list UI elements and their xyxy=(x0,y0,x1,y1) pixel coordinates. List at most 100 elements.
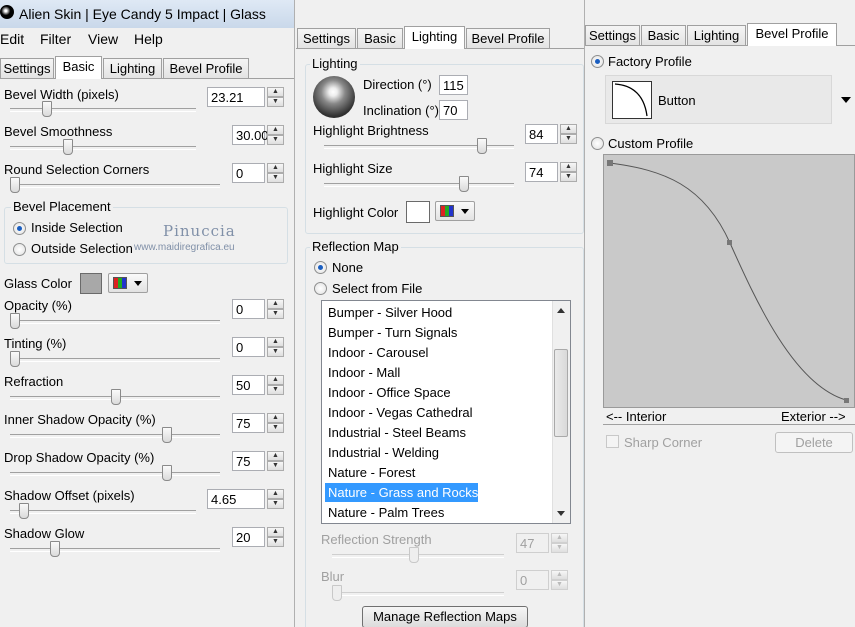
highlight-brightness-input[interactable]: 84 xyxy=(525,124,558,144)
scroll-thumb[interactable] xyxy=(554,349,568,437)
bevel-smoothness-input[interactable]: 30.00 xyxy=(232,125,269,145)
highlight-size-spinner[interactable]: ▲ ▼ xyxy=(560,162,577,182)
inclination-input[interactable]: 70 xyxy=(439,100,468,120)
delete-button[interactable]: Delete xyxy=(775,432,853,453)
inner-shadow-input[interactable]: 75 xyxy=(232,413,265,433)
inside-selection-radio[interactable] xyxy=(13,222,26,235)
bevel-width-input[interactable]: 23.21 xyxy=(207,87,265,107)
custom-profile-label[interactable]: Custom Profile xyxy=(608,136,693,151)
tab-basic[interactable]: Basic xyxy=(641,25,686,45)
tab-lighting[interactable]: Lighting xyxy=(404,26,465,49)
inner-shadow-slider[interactable] xyxy=(161,427,172,443)
scroll-up-icon[interactable] xyxy=(557,308,565,313)
glass-color-picker-button[interactable] xyxy=(108,273,148,293)
tinting-input[interactable]: 0 xyxy=(232,337,265,357)
highlight-brightness-slider[interactable] xyxy=(476,138,487,154)
opacity-input[interactable]: 0 xyxy=(232,299,265,319)
shadow-glow-input[interactable]: 20 xyxy=(232,527,265,547)
reflection-file-radio[interactable] xyxy=(314,282,327,295)
tab-settings[interactable]: Settings xyxy=(0,58,54,78)
opacity-slider[interactable] xyxy=(10,313,20,329)
reflection-map-list[interactable]: Bumper - Silver Hood Bumper - Turn Signal… xyxy=(321,300,571,524)
factory-profile-dropdown[interactable]: Button xyxy=(605,75,832,124)
bevel-smoothness-spinner[interactable]: ▲ ▼ xyxy=(267,125,284,145)
drop-shadow-slider[interactable] xyxy=(161,465,172,481)
round-corners-input[interactable]: 0 xyxy=(232,163,265,183)
scroll-down-icon[interactable] xyxy=(557,511,565,516)
menu-help[interactable]: Help xyxy=(134,31,163,47)
reflection-strength-slider[interactable] xyxy=(409,547,420,563)
blur-slider[interactable] xyxy=(332,585,342,601)
inside-selection-label[interactable]: Inside Selection xyxy=(31,220,123,235)
tab-bevel-profile[interactable]: Bevel Profile xyxy=(466,28,550,48)
reflection-strength-input[interactable]: 47 xyxy=(516,533,549,553)
round-corners-spinner[interactable]: ▲ ▼ xyxy=(267,163,284,183)
list-item[interactable]: Nature - Palm Trees xyxy=(325,503,444,522)
list-item[interactable]: Bumper - Silver Hood xyxy=(325,303,452,322)
highlight-size-slider[interactable] xyxy=(458,176,469,192)
refraction-slider[interactable] xyxy=(111,389,121,405)
profile-curve-editor[interactable] xyxy=(603,154,855,408)
menu-view[interactable]: View xyxy=(88,31,118,47)
list-item[interactable]: Industrial - Welding xyxy=(325,443,439,462)
tab-basic[interactable]: Basic xyxy=(55,56,102,79)
highlight-brightness-spinner[interactable]: ▲ ▼ xyxy=(560,124,577,144)
inner-shadow-spinner[interactable]: ▲ ▼ xyxy=(267,413,284,433)
list-item[interactable]: Nature - Forest xyxy=(325,463,415,482)
bevel-width-slider[interactable] xyxy=(42,101,53,117)
drop-shadow-spinner[interactable]: ▲ ▼ xyxy=(267,451,284,471)
light-direction-sphere[interactable] xyxy=(313,76,355,118)
bevel-width-spinner[interactable]: ▲ ▼ xyxy=(267,87,284,107)
outside-selection-label[interactable]: Outside Selection xyxy=(31,241,133,256)
shadow-offset-slider[interactable] xyxy=(18,503,29,519)
drop-shadow-input[interactable]: 75 xyxy=(232,451,265,471)
bevel-smoothness-slider[interactable] xyxy=(63,139,74,155)
refraction-input[interactable]: 50 xyxy=(232,375,265,395)
factory-profile-label[interactable]: Factory Profile xyxy=(608,54,692,69)
shadow-offset-spinner[interactable]: ▲ ▼ xyxy=(267,489,284,509)
list-item[interactable]: Indoor - Office Space xyxy=(325,383,451,402)
shadow-glow-spinner[interactable]: ▲ ▼ xyxy=(267,527,284,547)
menu-edit[interactable]: Edit xyxy=(0,31,24,47)
opacity-spinner[interactable]: ▲ ▼ xyxy=(267,299,284,319)
glass-color-swatch[interactable] xyxy=(80,273,102,294)
tinting-spinner[interactable]: ▲ ▼ xyxy=(267,337,284,357)
reflection-strength-spinner[interactable]: ▲ ▼ xyxy=(551,533,568,553)
sharp-corner-checkbox[interactable] xyxy=(606,435,619,448)
list-item[interactable]: Bumper - Turn Signals xyxy=(325,323,457,342)
tab-settings[interactable]: Settings xyxy=(297,28,356,48)
factory-profile-radio[interactable] xyxy=(591,55,604,68)
blur-spinner[interactable]: ▲ ▼ xyxy=(551,570,568,590)
outside-selection-radio[interactable] xyxy=(13,243,26,256)
reflection-none-radio[interactable] xyxy=(314,261,327,274)
blur-input[interactable]: 0 xyxy=(516,570,549,590)
tab-bevel-profile[interactable]: Bevel Profile xyxy=(163,58,249,78)
tab-lighting[interactable]: Lighting xyxy=(103,58,162,78)
curve-control-point[interactable] xyxy=(727,240,732,245)
direction-input[interactable]: 115 xyxy=(439,75,468,95)
menu-filter[interactable]: Filter xyxy=(40,31,71,47)
tinting-slider[interactable] xyxy=(10,351,20,367)
list-item[interactable]: Indoor - Mall xyxy=(325,363,400,382)
manage-reflection-maps-button[interactable]: Manage Reflection Maps xyxy=(362,606,528,627)
shadow-offset-input[interactable]: 4.65 xyxy=(207,489,265,509)
custom-profile-radio[interactable] xyxy=(591,137,604,150)
curve-control-point[interactable] xyxy=(844,398,849,403)
tab-settings[interactable]: Settings xyxy=(585,25,640,45)
round-corners-slider[interactable] xyxy=(10,177,20,193)
list-item[interactable]: Nature - Grass and Rocks xyxy=(325,483,479,502)
reflection-map-scrollbar[interactable] xyxy=(552,301,570,523)
shadow-glow-slider[interactable] xyxy=(50,541,61,557)
list-item[interactable]: Industrial - Steel Beams xyxy=(325,423,466,442)
chevron-down-icon[interactable] xyxy=(841,97,851,103)
reflection-none-label[interactable]: None xyxy=(332,260,363,275)
highlight-size-input[interactable]: 74 xyxy=(525,162,558,182)
curve-control-point[interactable] xyxy=(607,160,613,166)
refraction-spinner[interactable]: ▲ ▼ xyxy=(267,375,284,395)
list-item[interactable]: Indoor - Vegas Cathedral xyxy=(325,403,473,422)
tab-lighting[interactable]: Lighting xyxy=(687,25,746,45)
reflection-file-label[interactable]: Select from File xyxy=(332,281,422,296)
tab-basic[interactable]: Basic xyxy=(357,28,403,48)
tab-bevel-profile[interactable]: Bevel Profile xyxy=(747,23,837,46)
highlight-color-picker-button[interactable] xyxy=(435,201,475,221)
